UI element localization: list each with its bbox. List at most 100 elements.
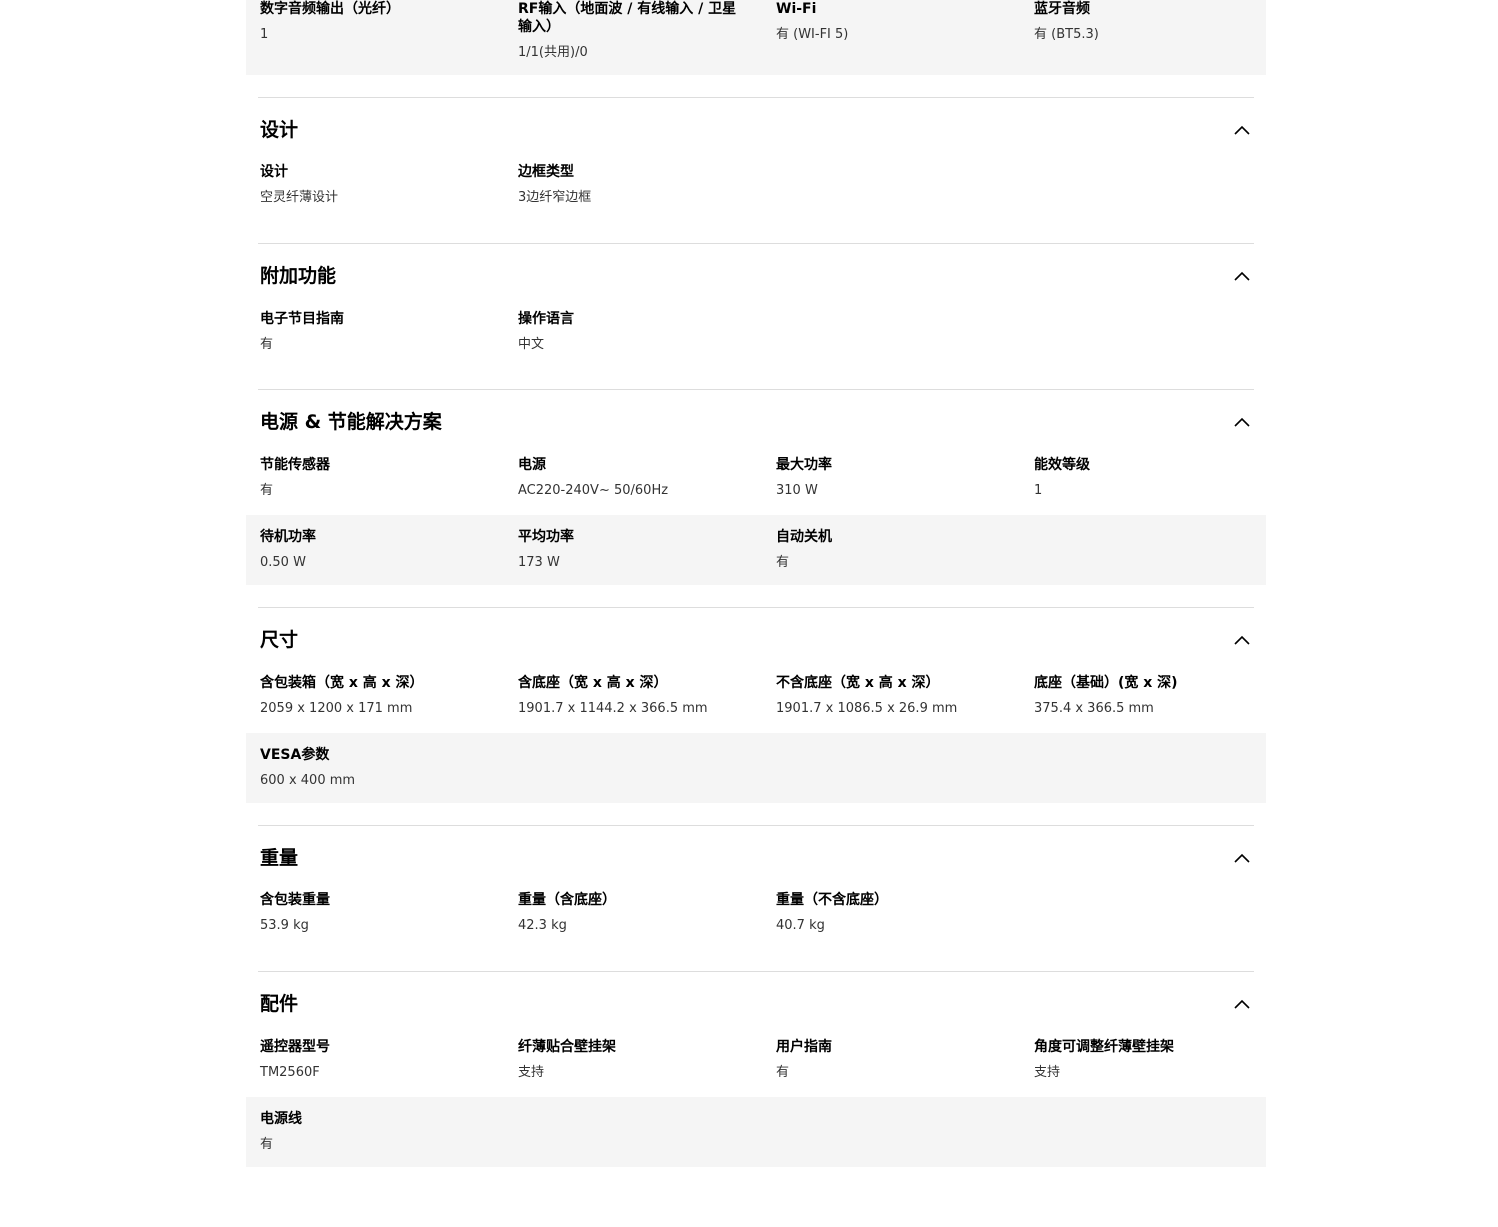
spec-item: 节能传感器 有 (260, 456, 480, 500)
accessories-spec-row: 遥控器型号 TM2560F 纤薄贴合壁挂架 支持 用户指南 有 角度可调整纤薄壁… (246, 1038, 1266, 1096)
section-title-weight: 重量 (260, 847, 299, 869)
spec-label: 设计 (260, 164, 288, 180)
spec-value: 0.50 W (260, 555, 306, 570)
spec-item: 数字音频输出（光纤） 1 (260, 0, 480, 44)
spec-value: 有 (776, 555, 790, 570)
spec-page: 数字音频输出（光纤） 1 RF输入（地面波 / 有线输入 / 卫星输入） 1/1… (0, 0, 1498, 1227)
spec-item: 边框类型 3边纤窄边框 (518, 163, 738, 207)
spec-value: 1 (1034, 483, 1043, 498)
spec-label: 含包装箱（宽 x 高 x 深） (260, 675, 424, 691)
collapse-power-button[interactable] (1228, 408, 1256, 436)
accessories-spec-row-shaded: 电源线 有 (246, 1097, 1266, 1167)
section-divider (258, 607, 1254, 608)
spec-value: 1901.7 x 1144.2 x 366.5 mm (518, 701, 708, 716)
spec-item: 蓝牙音频 有 (BT5.3) (1034, 0, 1254, 44)
spec-item: VESA参数 600 x 400 mm (260, 746, 480, 790)
section-divider (258, 389, 1254, 390)
spec-label: 蓝牙音频 (1034, 1, 1090, 17)
spec-value: 有 (260, 1137, 274, 1152)
design-spec-row: 设计 空灵纤薄设计 边框类型 3边纤窄边框 (246, 163, 1266, 215)
spec-value: 有 (BT5.3) (1034, 27, 1099, 42)
spec-item: 能效等级 1 (1034, 456, 1254, 500)
collapse-design-button[interactable] (1228, 116, 1256, 144)
spec-item: 电源 AC220-240V~ 50/60Hz (518, 456, 738, 500)
spec-label: 边框类型 (518, 164, 574, 180)
spec-item: 用户指南 有 (776, 1038, 996, 1082)
spec-value: 3边纤窄边框 (518, 190, 592, 205)
spec-label: 纤薄贴合壁挂架 (518, 1039, 616, 1055)
spec-value: 支持 (1034, 1065, 1061, 1080)
weight-spec-row: 含包装重量 53.9 kg 重量（含底座） 42.3 kg 重量（不含底座） 4… (246, 891, 1266, 943)
collapse-features-button[interactable] (1228, 262, 1256, 290)
collapse-dimensions-button[interactable] (1228, 626, 1256, 654)
spec-item: 电源线 有 (260, 1110, 480, 1154)
spec-value: 375.4 x 366.5 mm (1034, 701, 1154, 716)
spec-item: 遥控器型号 TM2560F (260, 1038, 480, 1082)
spec-item: 底座（基础）(宽 x 深) 375.4 x 366.5 mm (1034, 674, 1254, 718)
spec-label: 底座（基础）(宽 x 深) (1034, 675, 1178, 691)
chevron-up-icon (1234, 125, 1250, 135)
section-title-design: 设计 (260, 119, 299, 141)
spec-value: 42.3 kg (518, 918, 567, 933)
chevron-up-icon (1234, 999, 1250, 1009)
spec-item: Wi-Fi 有 (WI-FI 5) (776, 0, 996, 44)
spec-label: 不含底座（宽 x 高 x 深） (776, 675, 940, 691)
power-spec-row: 节能传感器 有 电源 AC220-240V~ 50/60Hz 最大功率 310 … (246, 456, 1266, 514)
spec-item: 含包装重量 53.9 kg (260, 891, 480, 935)
spec-item: 待机功率 0.50 W (260, 528, 480, 572)
chevron-up-icon (1234, 853, 1250, 863)
chevron-up-icon (1234, 635, 1250, 645)
power-spec-row-shaded: 待机功率 0.50 W 平均功率 173 W 自动关机 有 (246, 515, 1266, 585)
spec-item: 不含底座（宽 x 高 x 深） 1901.7 x 1086.5 x 26.9 m… (776, 674, 996, 718)
spec-item: 角度可调整纤薄壁挂架 支持 (1034, 1038, 1254, 1082)
section-title-power: 电源 & 节能解决方案 (260, 411, 442, 433)
spec-label: 能效等级 (1034, 457, 1090, 473)
spec-item: 重量（不含底座） 40.7 kg (776, 891, 996, 935)
section-divider (258, 243, 1254, 244)
spec-label: 重量（不含底座） (776, 892, 888, 908)
spec-label: 自动关机 (776, 529, 832, 545)
spec-value: 中文 (518, 337, 545, 352)
spec-label: 最大功率 (776, 457, 832, 473)
features-spec-row: 电子节目指南 有 操作语言 中文 (246, 310, 1266, 362)
spec-value: 40.7 kg (776, 918, 825, 933)
spec-value: AC220-240V~ 50/60Hz (518, 483, 669, 498)
spec-label: 待机功率 (260, 529, 316, 545)
spec-item: 含包装箱（宽 x 高 x 深） 2059 x 1200 x 171 mm (260, 674, 480, 718)
spec-value: TM2560F (260, 1065, 320, 1080)
spec-label: 角度可调整纤薄壁挂架 (1034, 1039, 1174, 1055)
spec-value: 600 x 400 mm (260, 773, 356, 788)
collapse-weight-button[interactable] (1228, 844, 1256, 872)
spec-label: 电子节目指南 (260, 311, 344, 327)
chevron-up-icon (1234, 271, 1250, 281)
connectivity-spec-row: 数字音频输出（光纤） 1 RF输入（地面波 / 有线输入 / 卫星输入） 1/1… (246, 0, 1266, 75)
section-divider (258, 825, 1254, 826)
spec-item: 重量（含底座） 42.3 kg (518, 891, 738, 935)
spec-value: 1 (260, 27, 269, 42)
chevron-up-icon (1234, 417, 1250, 427)
spec-item: 纤薄贴合壁挂架 支持 (518, 1038, 738, 1082)
spec-value: 1901.7 x 1086.5 x 26.9 mm (776, 701, 958, 716)
spec-label: 用户指南 (776, 1039, 832, 1055)
collapse-accessories-button[interactable] (1228, 990, 1256, 1018)
spec-label: 含包装重量 (260, 892, 330, 908)
spec-value: 310 W (776, 483, 818, 498)
spec-value: 空灵纤薄设计 (260, 190, 339, 205)
spec-item: RF输入（地面波 / 有线输入 / 卫星输入） 1/1(共用)/0 (518, 0, 738, 62)
spec-item: 操作语言 中文 (518, 310, 738, 354)
section-title-features: 附加功能 (260, 265, 337, 287)
spec-value: 2059 x 1200 x 171 mm (260, 701, 413, 716)
spec-label: 操作语言 (518, 311, 574, 327)
spec-value: 支持 (518, 1065, 545, 1080)
dimensions-spec-row: 含包装箱（宽 x 高 x 深） 2059 x 1200 x 171 mm 含底座… (246, 674, 1266, 732)
spec-value: 173 W (518, 555, 560, 570)
section-divider (258, 971, 1254, 972)
spec-label: RF输入（地面波 / 有线输入 / 卫星输入） (518, 1, 737, 35)
spec-label: 节能传感器 (260, 457, 330, 473)
section-divider (258, 97, 1254, 98)
spec-item: 最大功率 310 W (776, 456, 996, 500)
spec-label: 电源 (518, 457, 546, 473)
spec-value: 有 (260, 483, 274, 498)
spec-item: 电子节目指南 有 (260, 310, 480, 354)
spec-label: VESA参数 (260, 747, 330, 763)
